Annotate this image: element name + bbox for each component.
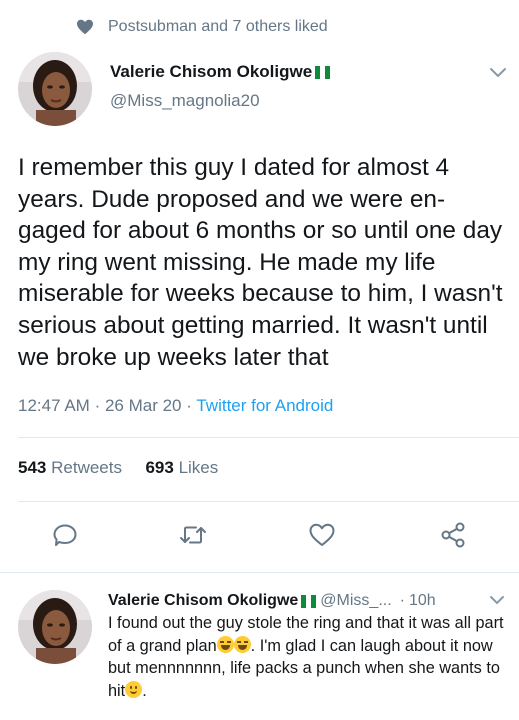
meta-separator: · xyxy=(94,396,101,415)
smiling-emoji-icon xyxy=(125,680,143,698)
social-context[interactable]: Postsubman and 7 others liked xyxy=(74,14,328,40)
tweet-stats: 543 Retweets 693 Likes xyxy=(18,458,218,478)
share-button[interactable] xyxy=(438,520,468,550)
reply-tweet[interactable]: Valerie Chisom Okoligwe @Miss_... · 10h … xyxy=(0,574,519,720)
tweet-date: 26 Mar 20 xyxy=(104,396,182,415)
retweets-stat[interactable]: 543 Retweets xyxy=(18,458,122,477)
author-handle[interactable]: @Miss_magnolia20 xyxy=(110,91,330,111)
nigeria-flag-icon xyxy=(315,65,331,79)
nigeria-flag-icon xyxy=(301,594,317,608)
divider xyxy=(0,572,519,573)
divider xyxy=(18,501,519,502)
retweet-icon xyxy=(180,526,206,544)
author-name-text: Valerie Chisom Okoligwe xyxy=(110,62,313,81)
social-context-text: Postsubman and 7 others liked xyxy=(108,18,328,35)
laughing-crying-emoji-icon xyxy=(216,635,234,653)
reply-text-part: . xyxy=(142,681,147,700)
reply-text: I found out the guy stole the ring and t… xyxy=(108,612,506,702)
tweet-meta: 12:47 AM · 26 Mar 20 · Twitter for Andro… xyxy=(18,396,333,416)
reply-author-name[interactable]: Valerie Chisom Okoligwe xyxy=(108,592,298,610)
reply-time[interactable]: 10h xyxy=(409,592,436,610)
avatar[interactable] xyxy=(18,52,92,126)
author-name[interactable]: Valerie Chisom Okoligwe xyxy=(110,62,331,82)
retweets-count: 543 xyxy=(18,458,47,477)
action-bar xyxy=(0,520,519,552)
chevron-down-icon[interactable] xyxy=(488,66,508,80)
divider xyxy=(18,437,519,438)
tweet-text: I remember this guy I dated for almost 4… xyxy=(18,154,503,371)
tweet-header: Valerie Chisom Okoligwe @Miss_magnolia20 xyxy=(18,52,508,132)
reply-author-handle[interactable]: @Miss_... xyxy=(320,592,391,610)
reply-separator: · xyxy=(399,592,405,609)
reply-icon xyxy=(53,524,77,546)
reply-button[interactable] xyxy=(50,520,80,550)
tweet-time: 12:47 AM xyxy=(18,396,90,415)
avatar[interactable] xyxy=(18,590,92,664)
likes-count: 693 xyxy=(145,458,174,477)
retweets-label: Retweets xyxy=(51,458,122,477)
chevron-down-icon[interactable] xyxy=(489,594,505,606)
reply-header: Valerie Chisom Okoligwe @Miss_... · 10h xyxy=(108,592,508,610)
tweet-source-link[interactable]: Twitter for Android xyxy=(196,396,333,415)
heart-outline-icon xyxy=(309,523,335,546)
likes-label: Likes xyxy=(178,458,219,477)
like-button[interactable] xyxy=(307,520,337,550)
likes-stat[interactable]: 693 Likes xyxy=(145,458,218,477)
share-icon xyxy=(441,522,465,548)
meta-separator: · xyxy=(186,396,192,415)
heart-icon xyxy=(74,16,96,38)
retweet-button[interactable] xyxy=(178,520,208,550)
laughing-crying-emoji-icon xyxy=(233,635,251,653)
